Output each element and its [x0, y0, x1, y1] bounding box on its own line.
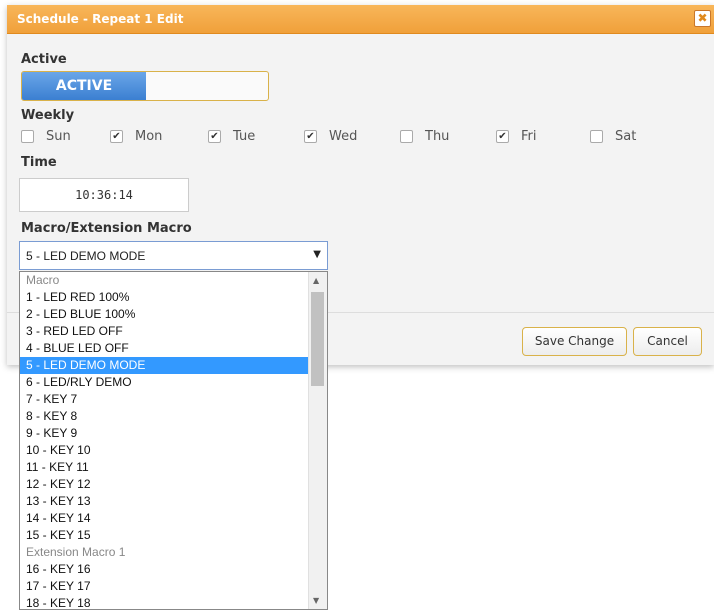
day-sun[interactable]: Sun: [21, 129, 71, 144]
day-fri[interactable]: ✔ Fri: [496, 129, 537, 144]
dropdown-option[interactable]: 1 - LED RED 100%: [20, 289, 308, 306]
chevron-down-icon: ▼: [313, 249, 321, 260]
dropdown-option[interactable]: 13 - KEY 13: [20, 493, 308, 510]
scrollbar-thumb[interactable]: [311, 292, 324, 386]
dropdown-option[interactable]: 4 - BLUE LED OFF: [20, 340, 308, 357]
close-icon[interactable]: ✖: [694, 10, 711, 27]
dropdown-option[interactable]: 2 - LED BLUE 100%: [20, 306, 308, 323]
dialog-titlebar[interactable]: Schedule - Repeat 1 Edit ✖: [7, 5, 714, 34]
scroll-up-icon[interactable]: ▲: [313, 276, 319, 285]
dropdown-scrollbar[interactable]: ▲ ▼: [308, 272, 327, 609]
day-label: Mon: [135, 129, 163, 144]
checkbox-wed[interactable]: ✔: [304, 130, 317, 143]
dropdown-option[interactable]: 14 - KEY 14: [20, 510, 308, 527]
dialog-title: Schedule - Repeat 1 Edit: [17, 12, 184, 26]
day-mon[interactable]: ✔ Mon: [110, 129, 162, 144]
option-group-label: Macro: [26, 273, 60, 287]
time-label: Time: [21, 155, 57, 170]
dropdown-option[interactable]: 6 - LED/RLY DEMO: [20, 374, 308, 391]
day-label: Fri: [521, 129, 537, 144]
dropdown-option[interactable]: 5 - LED DEMO MODE: [20, 357, 308, 374]
active-toggle[interactable]: ACTIVE: [21, 71, 269, 101]
dropdown-option[interactable]: 7 - KEY 7: [20, 391, 308, 408]
active-toggle-on: ACTIVE: [22, 72, 146, 100]
checkbox-tue[interactable]: ✔: [208, 130, 221, 143]
day-label: Sat: [615, 129, 637, 144]
checkbox-sat[interactable]: [590, 130, 603, 143]
cancel-button[interactable]: Cancel: [633, 327, 702, 356]
checkbox-thu[interactable]: [400, 130, 413, 143]
day-thu[interactable]: Thu: [400, 129, 449, 144]
checkbox-fri[interactable]: ✔: [496, 130, 509, 143]
macro-select-value: 5 - LED DEMO MODE: [26, 249, 146, 263]
day-label: Thu: [425, 129, 450, 144]
dropdown-option[interactable]: 17 - KEY 17: [20, 578, 308, 595]
day-wed[interactable]: ✔ Wed: [304, 129, 357, 144]
checkbox-sun[interactable]: [21, 130, 34, 143]
dropdown-option[interactable]: 16 - KEY 16: [20, 561, 308, 578]
macro-label: Macro/Extension Macro: [21, 221, 192, 236]
day-label: Tue: [233, 129, 256, 144]
dropdown-option[interactable]: 12 - KEY 12: [20, 476, 308, 493]
day-sat[interactable]: Sat: [590, 129, 636, 144]
day-label: Sun: [46, 129, 71, 144]
option-group-label: Extension Macro 1: [26, 545, 126, 559]
dropdown-option[interactable]: 3 - RED LED OFF: [20, 323, 308, 340]
dropdown-option[interactable]: 18 - KEY 18: [20, 595, 308, 609]
checkbox-mon[interactable]: ✔: [110, 130, 123, 143]
scroll-down-icon[interactable]: ▼: [313, 596, 319, 605]
time-input[interactable]: 10:36:14: [19, 178, 189, 212]
weekly-label: Weekly: [21, 108, 75, 123]
active-label: Active: [21, 52, 67, 67]
day-tue[interactable]: ✔ Tue: [208, 129, 255, 144]
dropdown-option[interactable]: 11 - KEY 11: [20, 459, 308, 476]
macro-select[interactable]: 5 - LED DEMO MODE ▼: [19, 241, 328, 270]
macro-dropdown-list[interactable]: Macro 1 - LED RED 100% 2 - LED BLUE 100% 3 …: [19, 271, 328, 610]
dropdown-option[interactable]: 9 - KEY 9: [20, 425, 308, 442]
day-label: Wed: [329, 129, 358, 144]
dropdown-option[interactable]: 15 - KEY 15: [20, 527, 308, 544]
dropdown-option[interactable]: 8 - KEY 8: [20, 408, 308, 425]
dropdown-option[interactable]: 10 - KEY 10: [20, 442, 308, 459]
save-change-button[interactable]: Save Change: [522, 327, 627, 356]
